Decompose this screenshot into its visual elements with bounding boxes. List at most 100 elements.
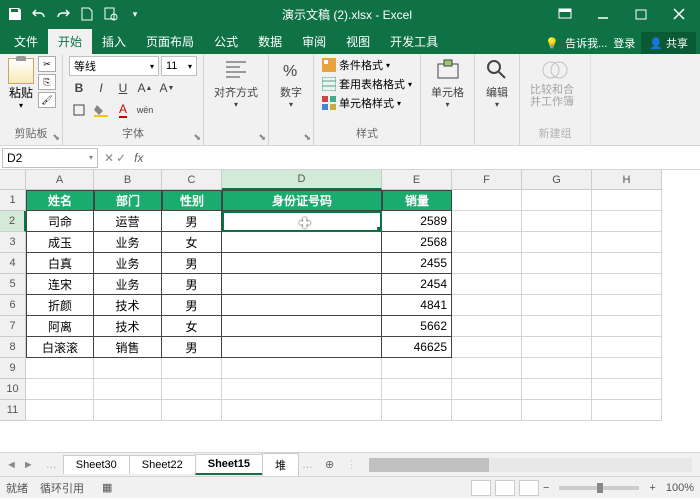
cell[interactable]	[222, 379, 382, 400]
macro-record-icon[interactable]: ▦	[96, 481, 118, 494]
horizontal-scrollbar[interactable]	[369, 458, 692, 472]
new-file-icon[interactable]	[76, 3, 98, 25]
tab-layout[interactable]: 页面布局	[136, 29, 204, 54]
cell-sales[interactable]: 46625	[382, 337, 452, 358]
zoom-thumb[interactable]	[597, 483, 603, 493]
tab-data[interactable]: 数据	[248, 29, 292, 54]
row-header-11[interactable]: 11	[0, 400, 26, 421]
cell[interactable]	[162, 379, 222, 400]
table-format-button[interactable]: 套用表格格式▾	[320, 75, 414, 93]
cell[interactable]	[592, 379, 662, 400]
cell[interactable]	[522, 232, 592, 253]
col-header-c[interactable]: C	[162, 170, 222, 190]
cell[interactable]	[522, 253, 592, 274]
cell-sales[interactable]: 2454	[382, 274, 452, 295]
sheet-tab-extra[interactable]: 堆	[262, 453, 299, 476]
cell[interactable]	[382, 400, 452, 421]
view-normal-icon[interactable]	[471, 480, 491, 496]
row-header-9[interactable]: 9	[0, 358, 26, 379]
header-sales[interactable]: 销量	[382, 190, 452, 211]
cell-sales[interactable]: 2568	[382, 232, 452, 253]
cell[interactable]	[452, 295, 522, 316]
alignment-button[interactable]: 对齐方式▾	[210, 56, 262, 111]
cell[interactable]	[522, 379, 592, 400]
header-gender[interactable]: 性别	[162, 190, 222, 211]
cell[interactable]	[592, 337, 662, 358]
cell[interactable]	[522, 211, 592, 232]
cell[interactable]	[452, 253, 522, 274]
editing-button[interactable]: 编辑▾	[481, 56, 513, 111]
ribbon-options-icon[interactable]	[548, 3, 582, 25]
cell[interactable]	[382, 379, 452, 400]
cell[interactable]	[592, 316, 662, 337]
cell[interactable]	[26, 379, 94, 400]
cell-name[interactable]: 阿离	[26, 316, 94, 337]
minimize-icon[interactable]	[586, 3, 620, 25]
underline-button[interactable]: U	[113, 78, 133, 98]
cell[interactable]	[522, 295, 592, 316]
select-all-corner[interactable]	[0, 170, 26, 190]
cell[interactable]	[94, 358, 162, 379]
cell[interactable]	[592, 358, 662, 379]
number-button[interactable]: % 数字▾	[275, 56, 307, 111]
cell[interactable]	[592, 295, 662, 316]
col-header-e[interactable]: E	[382, 170, 452, 190]
cell[interactable]	[222, 358, 382, 379]
border-icon[interactable]	[69, 100, 89, 120]
cell[interactable]	[26, 400, 94, 421]
tab-formula[interactable]: 公式	[204, 29, 248, 54]
cell-dept[interactable]: 技术	[94, 295, 162, 316]
cell[interactable]	[222, 400, 382, 421]
zoom-slider[interactable]	[559, 486, 639, 490]
fill-color-icon[interactable]	[91, 100, 111, 120]
cell[interactable]	[592, 400, 662, 421]
bold-button[interactable]: B	[69, 78, 89, 98]
sheet-nav-prev-icon[interactable]: ◄	[6, 459, 17, 471]
undo-icon[interactable]	[28, 3, 50, 25]
cell[interactable]	[94, 400, 162, 421]
cell[interactable]	[452, 400, 522, 421]
save-icon[interactable]	[4, 3, 26, 25]
close-icon[interactable]	[662, 3, 696, 25]
view-page-break-icon[interactable]	[519, 480, 539, 496]
row-header-5[interactable]: 5	[0, 274, 26, 295]
cell-name[interactable]: 连宋	[26, 274, 94, 295]
cells-button[interactable]: 单元格▾	[427, 56, 468, 111]
cell[interactable]	[452, 337, 522, 358]
col-header-d[interactable]: D	[222, 170, 382, 190]
tab-file[interactable]: 文件	[4, 29, 48, 54]
sheet-tab-30[interactable]: Sheet30	[63, 455, 130, 474]
cell[interactable]	[162, 358, 222, 379]
sheet-nav-next-icon[interactable]: ►	[23, 459, 34, 471]
share-button[interactable]: 👤共享	[641, 32, 696, 54]
cell[interactable]	[522, 190, 592, 211]
font-color-icon[interactable]: A	[113, 100, 133, 120]
font-name-combo[interactable]: 等线▾	[69, 56, 159, 76]
cell[interactable]	[592, 274, 662, 295]
print-preview-icon[interactable]	[100, 3, 122, 25]
cell-id[interactable]	[222, 253, 382, 274]
clipboard-launcher-icon[interactable]: ⬊	[52, 132, 60, 143]
spreadsheet-grid[interactable]: A B C D E F G H 1姓名部门性别身份证号码销量2司命运营男✚258…	[0, 170, 700, 452]
tab-splitter[interactable]: ⋮	[342, 458, 361, 471]
cell[interactable]	[452, 190, 522, 211]
cell-name[interactable]: 白滚滚	[26, 337, 94, 358]
row-header-3[interactable]: 3	[0, 232, 26, 253]
cell[interactable]	[452, 379, 522, 400]
cell[interactable]	[452, 274, 522, 295]
col-header-b[interactable]: B	[94, 170, 162, 190]
sheet-tab-22[interactable]: Sheet22	[129, 455, 196, 474]
tab-developer[interactable]: 开发工具	[380, 29, 448, 54]
col-header-g[interactable]: G	[522, 170, 592, 190]
row-header-1[interactable]: 1	[0, 190, 26, 211]
cell-dept[interactable]: 技术	[94, 316, 162, 337]
decrease-font-icon[interactable]: A▼	[157, 78, 177, 98]
cell[interactable]	[26, 358, 94, 379]
format-painter-icon[interactable]: 🖌	[38, 92, 56, 108]
cell[interactable]	[592, 253, 662, 274]
cell[interactable]	[522, 274, 592, 295]
cell-dept[interactable]: 业务	[94, 232, 162, 253]
cell[interactable]	[522, 400, 592, 421]
cell-gender[interactable]: 男	[162, 274, 222, 295]
header-dept[interactable]: 部门	[94, 190, 162, 211]
